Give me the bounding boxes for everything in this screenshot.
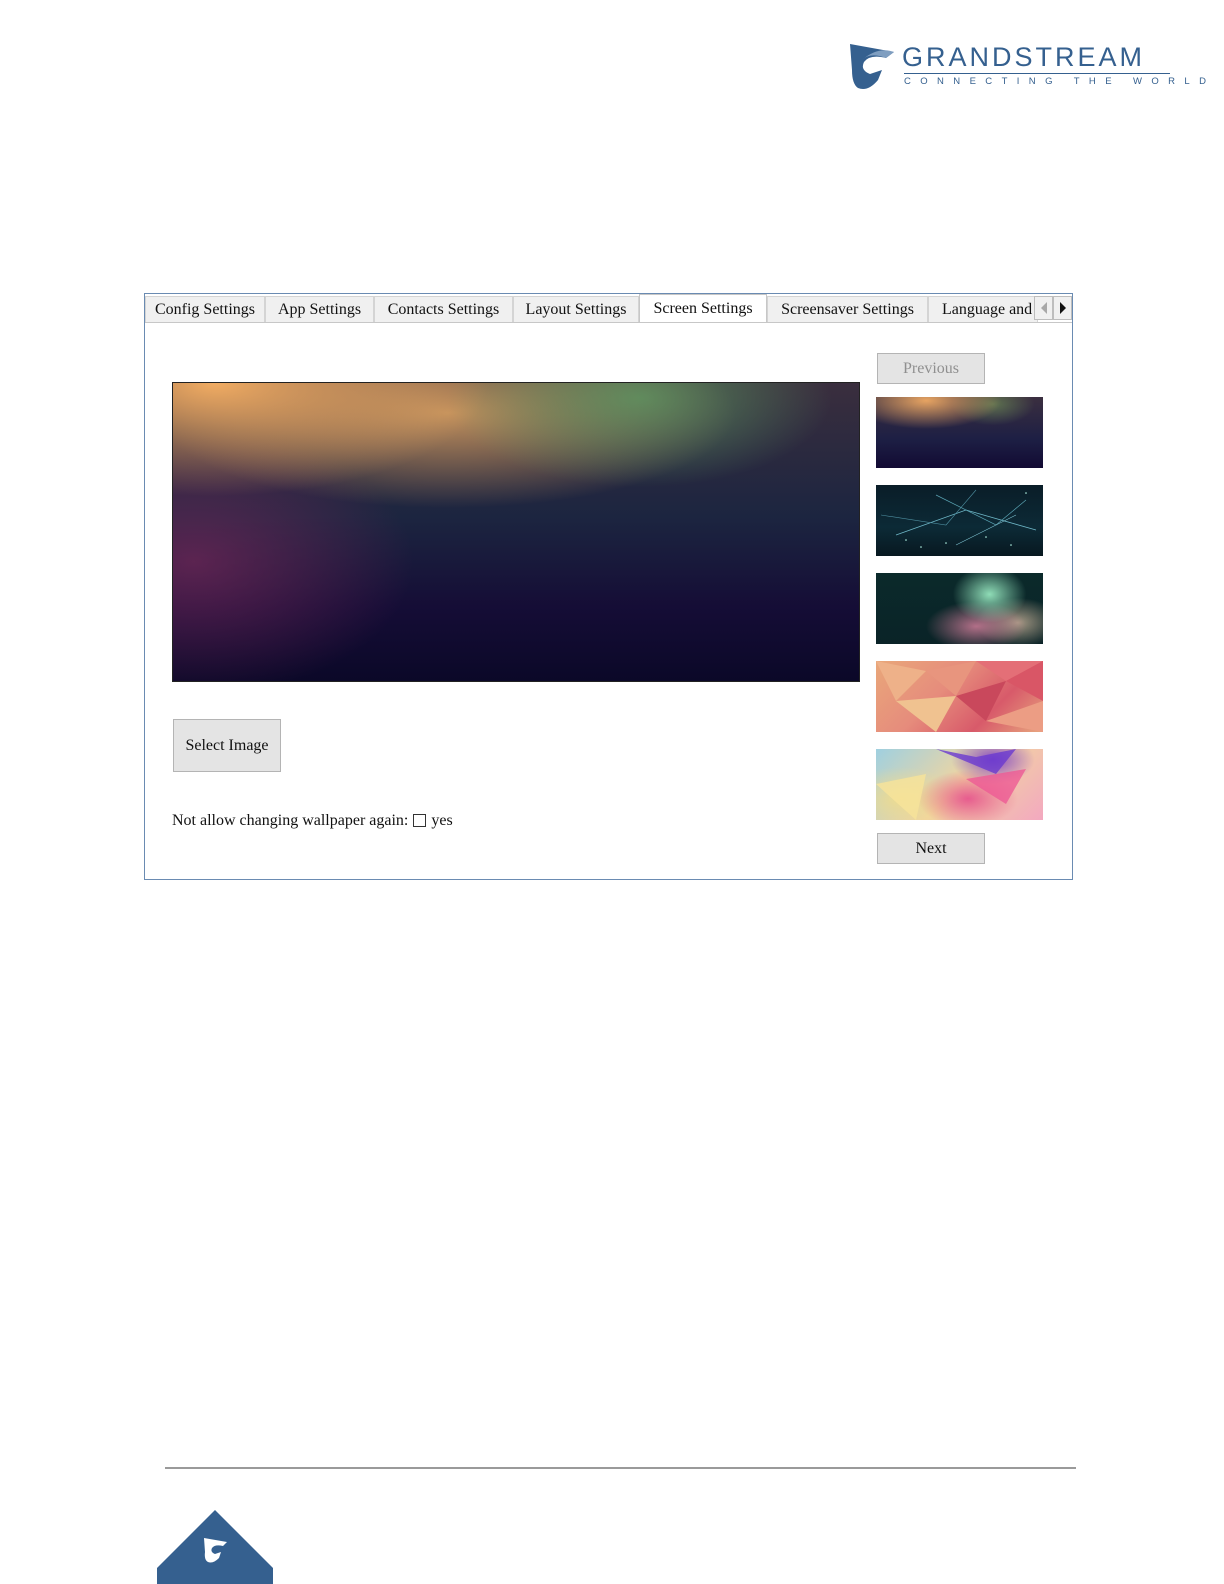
footer-logo-icon (157, 1510, 273, 1584)
footer-divider (165, 1467, 1076, 1469)
tab-scroll-left-button[interactable] (1034, 296, 1053, 320)
tab-language[interactable]: Language and (928, 296, 1038, 322)
thumbnail-4-polygons (876, 661, 1043, 732)
tab-app-settings[interactable]: App Settings (265, 296, 374, 322)
brand-divider (904, 73, 1170, 74)
brand-tagline: CONNECTING THE WORLD (904, 76, 1216, 87)
lock-wallpaper-option-label: yes (431, 812, 453, 829)
tab-scroll-buttons (1034, 296, 1072, 322)
tab-contacts-settings[interactable]: Contacts Settings (374, 296, 513, 322)
grandstream-logo-icon (850, 44, 894, 89)
wallpaper-thumbnail-4[interactable] (876, 661, 1043, 732)
tab-config-settings[interactable]: Config Settings (145, 296, 265, 322)
wallpaper-thumbnail-1[interactable] (876, 397, 1043, 468)
thumbnail-5-shapes (876, 749, 1026, 820)
lock-wallpaper-label: Not allow changing wallpaper again: (172, 812, 409, 829)
wallpaper-thumbnail-3[interactable] (876, 573, 1043, 644)
triangle-right-icon (1060, 302, 1066, 314)
grandstream-logo: GRANDSTREAM CONNECTING THE WORLD (848, 40, 1206, 92)
previous-button[interactable]: Previous (877, 353, 985, 384)
tab-screen-settings[interactable]: Screen Settings (639, 294, 767, 322)
wallpaper-thumbnail-2[interactable] (876, 485, 1043, 556)
wallpaper-preview (172, 382, 860, 682)
lock-wallpaper-checkbox[interactable] (413, 814, 427, 827)
tab-layout-settings[interactable]: Layout Settings (513, 296, 639, 322)
wallpaper-thumbnail-5[interactable] (876, 749, 1043, 820)
brand-name: GRANDSTREAM (902, 42, 1146, 72)
triangle-left-icon (1041, 302, 1047, 314)
tab-bar: Config Settings App Settings Contacts Se… (145, 294, 1072, 323)
tab-scroll-right-button[interactable] (1053, 296, 1072, 320)
tab-screensaver-settings[interactable]: Screensaver Settings (767, 296, 928, 322)
lock-wallpaper-row: Not allow changing wallpaper again: yes (172, 811, 453, 831)
thumbnail-2-lines (880, 489, 1037, 548)
select-image-button[interactable]: Select Image (173, 719, 281, 772)
next-button[interactable]: Next (877, 833, 985, 864)
settings-window: Config Settings App Settings Contacts Se… (144, 293, 1073, 880)
